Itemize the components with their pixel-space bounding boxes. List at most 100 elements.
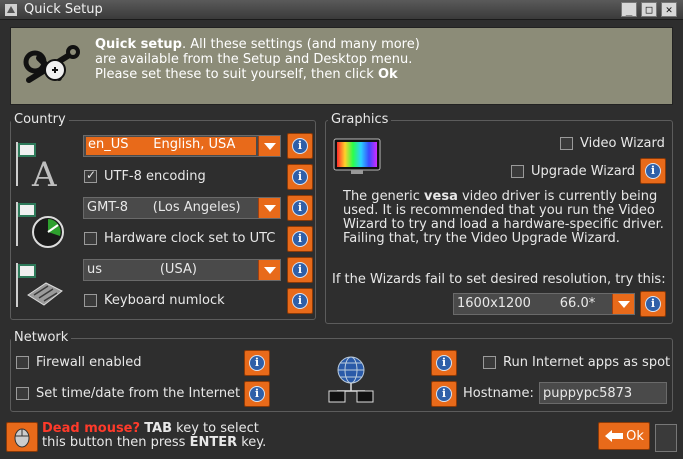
- resize-grip[interactable]: [655, 424, 677, 452]
- numlock-label: Keyboard numlock: [104, 293, 225, 308]
- chevron-down-icon[interactable]: [258, 136, 280, 156]
- footer-line2-pre: this button then press: [42, 435, 190, 450]
- spot-label: Run Internet apps as spot: [503, 355, 671, 370]
- timedate-checkbox-box[interactable]: [16, 387, 29, 400]
- network-label: Network: [11, 330, 72, 345]
- banner-line3: Please set these to suit yourself, then …: [95, 67, 378, 82]
- keyboard-value: us (USA): [87, 262, 197, 277]
- locale-combo[interactable]: en_US English, USA: [83, 135, 281, 157]
- video-wizard-label: Video Wizard: [580, 136, 665, 151]
- desc-pre: The generic: [343, 189, 425, 204]
- numlock-checkbox-box[interactable]: [84, 294, 97, 307]
- info-icon: i: [249, 386, 265, 402]
- resolution-hint: If the Wizards fail to set desired resol…: [332, 272, 666, 287]
- enter-key-text: ENTER: [189, 435, 238, 450]
- banner-line2: are available from the Setup and Desktop…: [95, 52, 413, 67]
- firewall-info-button[interactable]: i: [244, 350, 270, 376]
- hostname-input[interactable]: [539, 382, 667, 404]
- spot-info-button[interactable]: i: [431, 350, 457, 376]
- keyboard-info-button[interactable]: i: [287, 257, 313, 283]
- dead-mouse-warning: Dead mouse?: [42, 421, 141, 436]
- title-bar[interactable]: Quick Setup _ □ ✕: [0, 0, 683, 20]
- mouse-icon: [14, 428, 30, 448]
- spot-checkbox[interactable]: Run Internet apps as spot: [483, 355, 670, 370]
- arrow-left-icon: [605, 430, 624, 442]
- country-label: Country: [11, 112, 69, 127]
- numlock-checkbox[interactable]: Keyboard numlock: [84, 293, 225, 308]
- video-wizard-checkbox-box[interactable]: [560, 137, 573, 150]
- upgrade-wizard-label: Upgrade Wizard: [531, 164, 636, 179]
- utf8-checkbox-box[interactable]: [84, 168, 97, 183]
- banner-ok-word: Ok: [377, 67, 398, 82]
- ok-button[interactable]: Ok: [598, 422, 650, 450]
- video-driver-description: The generic vesa video driver is current…: [343, 190, 665, 246]
- firewall-label: Firewall enabled: [36, 355, 142, 370]
- info-icon: i: [645, 163, 661, 179]
- locale-info-button[interactable]: i: [287, 133, 313, 159]
- svg-text:A: A: [31, 155, 57, 190]
- info-icon: i: [292, 262, 308, 278]
- video-wizard-checkbox[interactable]: Video Wizard: [560, 136, 665, 151]
- hwclock-info-button[interactable]: i: [287, 226, 313, 252]
- utf8-checkbox[interactable]: UTF-8 encoding: [84, 168, 206, 184]
- footer-line2-rest: key.: [237, 435, 267, 450]
- info-icon: i: [645, 296, 661, 312]
- upgrade-wizard-checkbox-box[interactable]: [511, 165, 524, 178]
- utf8-label: UTF-8 encoding: [104, 169, 206, 184]
- close-button[interactable]: ✕: [661, 2, 677, 17]
- utf8-info-button[interactable]: i: [287, 164, 313, 190]
- locale-value: en_US English, USA: [86, 137, 256, 155]
- hwclock-checkbox[interactable]: Hardware clock set to UTC: [84, 231, 275, 246]
- banner-bold-lead: Quick setup: [95, 37, 182, 52]
- keyboard-combo[interactable]: us (USA): [83, 259, 281, 281]
- window-title: Quick Setup: [24, 2, 103, 17]
- dead-mouse-instructions: Dead mouse? TAB key to select this butto…: [42, 422, 266, 450]
- info-icon: i: [292, 200, 308, 216]
- footer-line1: key to select: [172, 421, 259, 436]
- spot-checkbox-box[interactable]: [483, 356, 496, 369]
- hwclock-label: Hardware clock set to UTC: [104, 231, 276, 246]
- timedate-info-button[interactable]: i: [244, 381, 270, 407]
- info-icon: i: [436, 386, 452, 402]
- minimize-button[interactable]: _: [621, 2, 637, 17]
- upgrade-wizard-info-button[interactable]: i: [640, 158, 666, 184]
- info-icon: i: [292, 169, 308, 185]
- desc-driver-name: vesa: [424, 189, 458, 204]
- monitor-icon: [333, 138, 381, 174]
- info-icon: i: [292, 138, 308, 154]
- maximize-button[interactable]: □: [641, 2, 657, 17]
- info-icon: i: [292, 293, 308, 309]
- hostname-info-button[interactable]: i: [431, 381, 457, 407]
- ok-label: Ok: [626, 428, 644, 444]
- info-banner: Quick setup. All these settings (and man…: [10, 27, 673, 105]
- dead-mouse-button[interactable]: [6, 422, 38, 452]
- network-globe-icon: [328, 356, 374, 403]
- timezone-info-button[interactable]: i: [287, 195, 313, 221]
- info-icon: i: [249, 355, 265, 371]
- timezone-combo[interactable]: GMT-8 (Los Angeles): [83, 197, 281, 219]
- graphics-label: Graphics: [328, 112, 392, 127]
- clock-flag-icon: [16, 202, 64, 248]
- hostname-label: Hostname:: [463, 386, 534, 401]
- hwclock-checkbox-box[interactable]: [84, 232, 97, 245]
- info-icon: i: [292, 231, 308, 247]
- resolution-combo[interactable]: 1600x1200 66.0*: [453, 293, 635, 315]
- banner-text: Quick setup. All these settings (and man…: [95, 37, 655, 82]
- upgrade-wizard-checkbox[interactable]: Upgrade Wizard: [511, 164, 635, 179]
- chevron-down-icon[interactable]: [258, 198, 280, 218]
- keyboard-flag-icon: [16, 263, 63, 307]
- firewall-checkbox[interactable]: Firewall enabled: [16, 355, 141, 370]
- timedate-label: Set time/date from the Internet: [36, 386, 241, 401]
- resolution-info-button[interactable]: i: [640, 291, 666, 317]
- chevron-down-icon[interactable]: [258, 260, 280, 280]
- firewall-checkbox-box[interactable]: [16, 356, 29, 369]
- locale-flag-icon: A: [16, 142, 57, 190]
- tab-key-text: TAB: [144, 421, 173, 436]
- timedate-checkbox[interactable]: Set time/date from the Internet: [16, 386, 240, 401]
- app-icon: [5, 4, 17, 16]
- banner-line1: . All these settings (and many more): [181, 37, 420, 52]
- tools-icon: [23, 45, 80, 83]
- info-icon: i: [436, 355, 452, 371]
- numlock-info-button[interactable]: i: [287, 288, 313, 314]
- chevron-down-icon[interactable]: [612, 294, 634, 314]
